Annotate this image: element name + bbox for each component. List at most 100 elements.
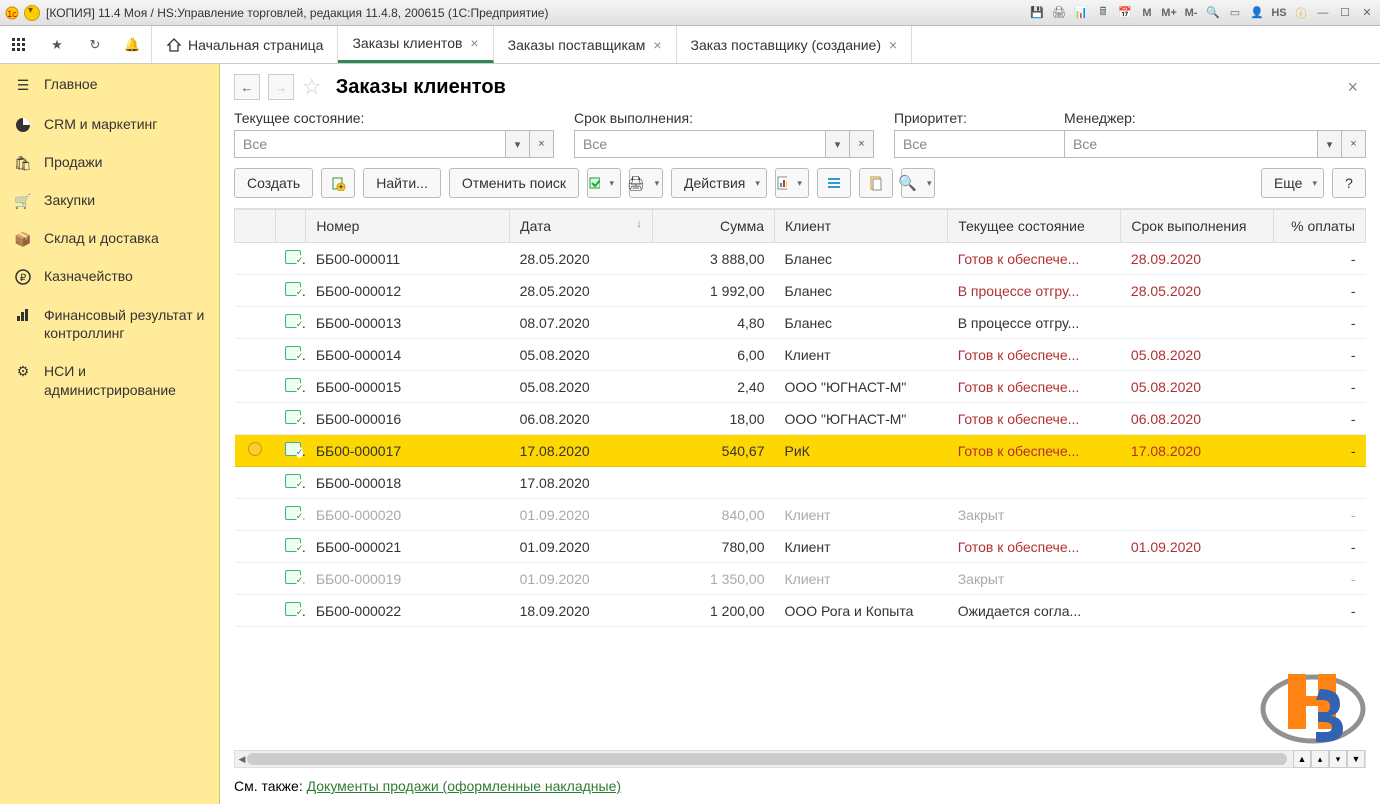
tab-orders-suppliers[interactable]: Заказы поставщикам × <box>494 26 677 63</box>
page-title: Заказы клиентов <box>336 76 506 99</box>
nav-forward-button[interactable]: → <box>268 74 294 100</box>
table-row[interactable]: ББ00-00001717.08.2020540,67РиКГотов к об… <box>235 435 1366 467</box>
col-status[interactable]: Текущее состояние <box>948 210 1121 243</box>
col-sum[interactable]: Сумма <box>652 210 774 243</box>
compare-icon[interactable]: 📊 <box>1072 5 1090 21</box>
clear-filter-icon[interactable]: × <box>1342 130 1366 158</box>
sidebar-item-finance[interactable]: Финансовый результат и контроллинг <box>0 296 219 352</box>
reports-button[interactable]: ▾ <box>775 168 809 198</box>
memory-mplus[interactable]: M+ <box>1160 5 1178 21</box>
history-icon[interactable]: ↻ <box>76 26 114 63</box>
more-button[interactable]: Еще▾ <box>1261 168 1324 198</box>
tab-close-icon[interactable]: × <box>653 37 661 53</box>
scroll-bottom-icon[interactable]: ▼ <box>1347 750 1365 768</box>
sidebar-item-warehouse[interactable]: 📦Склад и доставка <box>0 220 219 258</box>
col-icon[interactable] <box>275 210 306 243</box>
app-menu-dropdown[interactable] <box>24 5 40 21</box>
info-icon[interactable]: ⓘ <box>1292 5 1310 21</box>
table-row[interactable]: ББ00-00001901.09.20201 350,00КлиентЗакры… <box>235 563 1366 595</box>
maximize-icon[interactable]: ☐ <box>1336 5 1354 21</box>
col-date[interactable]: Дата↓ <box>510 210 653 243</box>
status-button[interactable]: ▾ <box>587 168 621 198</box>
sidebar-menu-toggle[interactable]: ☰Главное <box>0 64 219 106</box>
help-button[interactable]: ? <box>1332 168 1366 198</box>
print-button[interactable]: 🖨▾ <box>629 168 663 198</box>
copy-button[interactable]: + <box>321 168 355 198</box>
tab-close-icon[interactable]: × <box>889 37 897 53</box>
table-row[interactable]: ББ00-00001228.05.20201 992,00БланесВ про… <box>235 275 1366 307</box>
notifications-bell-icon[interactable]: 🔔 <box>114 26 152 63</box>
save-icon[interactable]: 💾 <box>1028 5 1046 21</box>
scroll-up-icon[interactable]: ▴ <box>1311 750 1329 768</box>
filter-manager-input[interactable] <box>1064 130 1318 158</box>
col-indicator[interactable] <box>235 210 276 243</box>
dropdown-icon[interactable]: ▾ <box>506 130 530 158</box>
tab-close-icon[interactable]: × <box>470 35 478 51</box>
table-row[interactable]: ББ00-00001817.08.2020 <box>235 467 1366 499</box>
memory-m[interactable]: M <box>1138 5 1156 21</box>
row-doc-icon <box>275 467 306 499</box>
favorite-star-icon[interactable]: ★ <box>38 26 76 63</box>
create-button[interactable]: Создать <box>234 168 313 198</box>
find-button[interactable]: Найти... <box>363 168 441 198</box>
user-name[interactable]: HS <box>1270 5 1288 21</box>
col-number[interactable]: Номер <box>306 210 510 243</box>
dropdown-icon[interactable]: ▾ <box>1318 130 1342 158</box>
row-indicator <box>235 563 276 595</box>
memory-mminus[interactable]: M- <box>1182 5 1200 21</box>
panel-icon[interactable]: ▭ <box>1226 5 1244 21</box>
tab-label: Заказ поставщику (создание) <box>691 37 881 53</box>
table-row[interactable]: ББ00-00002101.09.2020780,00КлиентГотов к… <box>235 531 1366 563</box>
tab-orders-clients[interactable]: Заказы клиентов × <box>338 26 493 63</box>
calculator-icon[interactable]: 🖩 <box>1094 5 1112 21</box>
scroll-down-icon[interactable]: ▾ <box>1329 750 1347 768</box>
cancel-search-button[interactable]: Отменить поиск <box>449 168 579 198</box>
table-row[interactable]: ББ00-00001505.08.20202,40ООО "ЮГНАСТ-М"Г… <box>235 371 1366 403</box>
close-window-icon[interactable]: ✕ <box>1358 5 1376 21</box>
apps-grid-icon[interactable] <box>0 26 38 63</box>
sidebar-item-sales[interactable]: 🛍Продажи <box>0 144 219 182</box>
zoom-icon[interactable]: 🔍 <box>1204 5 1222 21</box>
table-row[interactable]: ББ00-00001308.07.20204,80БланесВ процесс… <box>235 307 1366 339</box>
table-row[interactable]: ББ00-00001128.05.20203 888,00БланесГотов… <box>235 243 1366 275</box>
table-row[interactable]: ББ00-00001405.08.20206,00КлиентГотов к о… <box>235 339 1366 371</box>
calendar-icon[interactable]: 📅 <box>1116 5 1134 21</box>
sidebar-item-treasury[interactable]: ₽Казначейство <box>0 258 219 296</box>
cell-date: 28.05.2020 <box>510 275 653 307</box>
horizontal-scrollbar[interactable]: ◀ ▶ ▲ ▴ ▾ ▼ <box>234 750 1366 768</box>
table-row[interactable]: ББ00-00001606.08.202018,00ООО "ЮГНАСТ-М"… <box>235 403 1366 435</box>
tab-home[interactable]: Начальная страница <box>152 26 338 63</box>
sidebar-item-crm[interactable]: CRM и маркетинг <box>0 106 219 144</box>
col-due[interactable]: Срок выполнения <box>1121 210 1274 243</box>
cell-pay <box>1274 467 1366 499</box>
print-preview-icon[interactable]: 🖨 <box>1050 5 1068 21</box>
export-button[interactable] <box>859 168 893 198</box>
dropdown-icon[interactable]: ▾ <box>826 130 850 158</box>
list-view-button[interactable] <box>817 168 851 198</box>
cell-pay: - <box>1274 499 1366 531</box>
filter-due-input[interactable] <box>574 130 826 158</box>
sidebar: ☰Главное CRM и маркетинг 🛍Продажи 🛒Закуп… <box>0 64 220 804</box>
nav-back-button[interactable]: ← <box>234 74 260 100</box>
scroll-thumb[interactable] <box>247 753 1287 765</box>
col-pay[interactable]: % оплаты <box>1274 210 1366 243</box>
sidebar-item-admin[interactable]: ⚙НСИ и администрирование <box>0 352 219 408</box>
clear-filter-icon[interactable]: × <box>850 130 874 158</box>
col-client[interactable]: Клиент <box>775 210 948 243</box>
minimize-icon[interactable]: — <box>1314 5 1332 21</box>
scroll-top-icon[interactable]: ▲ <box>1293 750 1311 768</box>
printer-icon: 🖨 <box>627 175 645 192</box>
filter-state-input[interactable] <box>234 130 506 158</box>
search-button[interactable]: 🔍▾ <box>901 168 935 198</box>
favorite-page-icon[interactable]: ☆ <box>302 74 322 100</box>
user-icon[interactable]: 👤 <box>1248 5 1266 21</box>
table-row[interactable]: ББ00-00002001.09.2020840,00КлиентЗакрыт- <box>235 499 1366 531</box>
sidebar-item-purchases[interactable]: 🛒Закупки <box>0 182 219 220</box>
clear-filter-icon[interactable]: × <box>530 130 554 158</box>
page-close-icon[interactable]: × <box>1339 77 1366 98</box>
actions-button[interactable]: Действия▾ <box>671 168 767 198</box>
cell-date: 05.08.2020 <box>510 371 653 403</box>
tab-supplier-order-create[interactable]: Заказ поставщику (создание) × <box>677 26 913 63</box>
table-row[interactable]: ББ00-00002218.09.20201 200,00ООО Рога и … <box>235 595 1366 627</box>
footer-link[interactable]: Документы продажи (оформленные накладные… <box>307 778 621 794</box>
